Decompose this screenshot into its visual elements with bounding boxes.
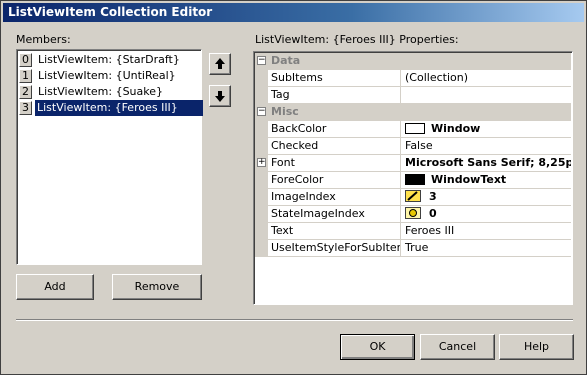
collapse-icon[interactable]: − xyxy=(257,107,266,116)
property-value[interactable]: False xyxy=(402,138,571,154)
state-image-icon xyxy=(405,207,421,219)
category-name: Data xyxy=(271,54,301,67)
move-up-button[interactable] xyxy=(209,53,231,75)
member-index: 3 xyxy=(19,101,32,115)
property-value[interactable]: True xyxy=(402,240,571,256)
property-value: Window xyxy=(431,122,481,135)
cancel-button[interactable]: Cancel xyxy=(420,334,495,360)
member-text: ListViewItem: {StarDraft} xyxy=(38,53,180,66)
member-item-1[interactable]: 1 ListViewItem: {UntiReal} xyxy=(19,68,201,84)
property-value[interactable]: Feroes III xyxy=(402,223,571,239)
property-value-container[interactable]: 0 xyxy=(402,206,571,222)
member-item-3[interactable]: 3 ListViewItem: {Feroes III} xyxy=(19,100,203,116)
members-label: Members: xyxy=(16,33,71,46)
members-listbox[interactable]: 0 ListViewItem: {StarDraft} 1 ListViewIt… xyxy=(16,49,203,265)
collapse-icon[interactable]: − xyxy=(257,56,266,65)
row-gutter xyxy=(255,206,268,222)
color-swatch xyxy=(405,123,425,134)
property-row-backcolor[interactable]: BackColor Window xyxy=(255,121,571,138)
property-name: Tag xyxy=(268,87,401,103)
category-misc[interactable]: − Misc xyxy=(255,104,571,121)
property-name: Checked xyxy=(268,138,401,154)
property-row-font[interactable]: + Font Microsoft Sans Serif; 8,25pt xyxy=(255,155,571,172)
collection-editor-dialog: ListViewItem Collection Editor Members: … xyxy=(0,0,587,375)
properties-label: ListViewItem: {Feroes III} Properties: xyxy=(255,33,459,46)
property-value-container[interactable]: WindowText xyxy=(402,172,571,188)
property-name: ForeColor xyxy=(268,172,401,188)
row-gutter xyxy=(255,189,268,205)
category-data[interactable]: − Data xyxy=(255,53,571,70)
footer-divider xyxy=(16,319,573,321)
color-swatch xyxy=(405,174,425,185)
property-row-forecolor[interactable]: ForeColor WindowText xyxy=(255,172,571,189)
property-name: SubItems xyxy=(268,70,401,86)
property-name: StateImageIndex xyxy=(268,206,401,222)
property-name: ImageIndex xyxy=(268,189,401,205)
property-name: BackColor xyxy=(268,121,401,137)
property-name: UseItemStyleForSubItems xyxy=(268,240,401,256)
property-row-subitems[interactable]: SubItems (Collection) xyxy=(255,70,571,87)
window-title: ListViewItem Collection Editor xyxy=(8,5,213,19)
member-text: ListViewItem: {Suake} xyxy=(38,85,164,98)
row-gutter xyxy=(255,240,268,256)
remove-button[interactable]: Remove xyxy=(112,274,202,300)
member-item-2[interactable]: 2 ListViewItem: {Suake} xyxy=(19,84,201,100)
member-index: 2 xyxy=(19,85,32,99)
add-button[interactable]: Add xyxy=(16,274,94,300)
member-item-0[interactable]: 0 ListViewItem: {StarDraft} xyxy=(19,52,201,68)
property-row-useitemstyle[interactable]: UseItemStyleForSubItems True xyxy=(255,240,571,257)
category-name: Misc xyxy=(271,105,299,118)
ok-button[interactable]: OK xyxy=(340,334,415,360)
member-index: 1 xyxy=(19,69,32,83)
member-index: 0 xyxy=(19,53,32,67)
arrow-down-icon xyxy=(215,91,225,102)
arrow-up-icon xyxy=(215,58,225,69)
image-index-icon xyxy=(405,190,421,202)
member-text: ListViewItem: {Feroes III} xyxy=(35,100,203,116)
property-value[interactable]: Microsoft Sans Serif; 8,25pt xyxy=(402,155,571,171)
row-gutter xyxy=(255,121,268,137)
row-gutter xyxy=(255,172,268,188)
property-value: 3 xyxy=(429,190,437,203)
property-value-container[interactable]: Window xyxy=(402,121,571,137)
property-row-text[interactable]: Text Feroes III xyxy=(255,223,571,240)
title-bar[interactable]: ListViewItem Collection Editor xyxy=(3,3,584,22)
property-value: 0 xyxy=(429,207,437,220)
row-gutter xyxy=(255,70,268,86)
row-gutter xyxy=(255,87,268,103)
property-row-checked[interactable]: Checked False xyxy=(255,138,571,155)
property-value[interactable]: (Collection) xyxy=(402,70,571,86)
property-row-stateimageindex[interactable]: StateImageIndex 0 xyxy=(255,206,571,223)
property-value: WindowText xyxy=(431,173,507,186)
property-row-imageindex[interactable]: ImageIndex 3 xyxy=(255,189,571,206)
help-button[interactable]: Help xyxy=(499,334,574,360)
property-row-tag[interactable]: Tag xyxy=(255,87,571,104)
row-gutter xyxy=(255,223,268,239)
member-text: ListViewItem: {UntiReal} xyxy=(38,69,176,82)
move-down-button[interactable] xyxy=(209,85,231,107)
expand-icon[interactable]: + xyxy=(257,158,266,167)
property-grid[interactable]: − Data SubItems (Collection) Tag − Misc … xyxy=(253,51,573,305)
property-name: Text xyxy=(268,223,401,239)
property-value[interactable] xyxy=(402,87,571,103)
property-value-container[interactable]: 3 xyxy=(402,189,571,205)
property-name: Font xyxy=(268,155,401,171)
row-gutter xyxy=(255,138,268,154)
